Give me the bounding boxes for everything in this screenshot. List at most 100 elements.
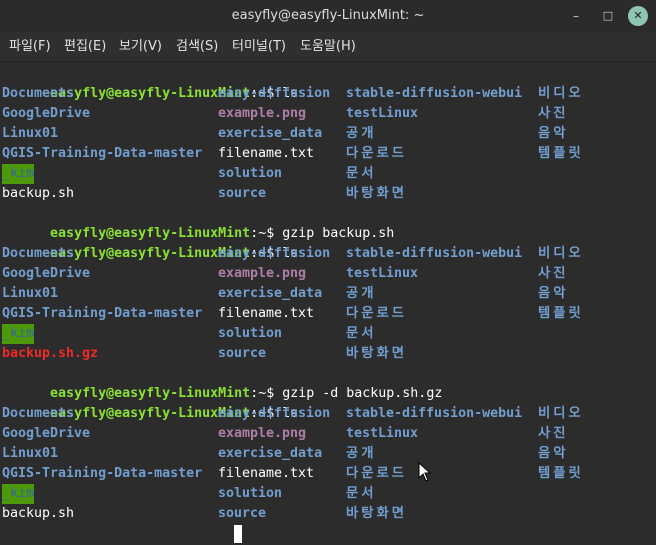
listing-entry: 공개	[346, 126, 377, 141]
listing-entry: Documents	[2, 406, 75, 421]
listing-entry: 문서	[346, 166, 377, 181]
listing-entry: example.png	[218, 426, 307, 441]
menu-view[interactable]: 보기(V)	[119, 32, 162, 61]
listing-entry: 바탕화면	[346, 186, 407, 201]
prompt-line: easyfly@easyfly-LinuxMint:~$ ls	[2, 64, 298, 101]
listing-entry: source	[218, 506, 267, 521]
listing-row: _kim solution 문서	[0, 164, 656, 184]
listing-entry: _kim	[2, 324, 35, 344]
listing-row: QGIS-Training-Data-master filename.txt 다운로…	[0, 464, 656, 484]
listing-row: backup.sh.gz source 바탕화면	[0, 344, 656, 364]
listing-row: QGIS-Training-Data-master filename.txt 다운로…	[0, 144, 656, 164]
listing-entry: 음악	[538, 286, 569, 301]
listing-row: QGIS-Training-Data-master filename.txt 다운로…	[0, 304, 656, 324]
listing-entry: 템플릿	[538, 466, 584, 481]
prompt-line: easyfly@easyfly-LinuxMint:~$ gzip backup…	[2, 204, 394, 241]
listing-entry: Documents	[2, 246, 75, 261]
listing-entry: stable-diffusion-webui	[346, 86, 523, 101]
listing-entry: _kim	[2, 484, 35, 504]
listing-entry: exercise_data	[218, 286, 323, 301]
listing-entry: source	[218, 186, 267, 201]
listing-entry: 다운로드	[346, 146, 407, 161]
listing-entry: backup.sh	[2, 506, 75, 521]
listing-entry: QGIS-Training-Data-master	[2, 306, 203, 321]
listing-entry: easy-diffusion	[218, 246, 331, 261]
listing-entry: 비디오	[538, 246, 584, 261]
text-cursor	[234, 525, 242, 543]
listing-entry: example.png	[218, 266, 307, 281]
prompt-line: easyfly@easyfly-LinuxMint:~$ gzip -d bac…	[2, 364, 442, 401]
listing-entry: 공개	[346, 286, 377, 301]
listing-entry: GoogleDrive	[2, 266, 91, 281]
listing-entry: 바탕화면	[346, 346, 407, 361]
listing-entry: QGIS-Training-Data-master	[2, 146, 203, 161]
listing-entry: testLinux	[346, 106, 419, 121]
listing-entry: 바탕화면	[346, 506, 407, 521]
menu-help[interactable]: 도움말(H)	[300, 32, 356, 61]
listing-entry: 비디오	[538, 86, 584, 101]
listing-entry: 템플릿	[538, 306, 584, 321]
listing-entry: Linux01	[2, 446, 59, 461]
listing-entry: testLinux	[346, 266, 419, 281]
close-icon[interactable]: ✕	[628, 6, 648, 26]
listing-entry: GoogleDrive	[2, 106, 91, 121]
listing-row: GoogleDrive example.png testLinux 사진	[0, 104, 656, 124]
listing-entry: _kim	[2, 164, 35, 184]
listing-entry: backup.sh.gz	[2, 346, 99, 361]
listing-entry: filename.txt	[218, 466, 315, 481]
minimize-icon[interactable]: –	[566, 6, 586, 26]
listing-entry: 다운로드	[346, 466, 407, 481]
listing-entry: filename.txt	[218, 146, 315, 161]
listing-entry: source	[218, 346, 267, 361]
window-title: easyfly@easyfly-LinuxMint: ~	[231, 8, 425, 23]
listing-entry: filename.txt	[218, 306, 315, 321]
menu-terminal[interactable]: 터미널(T)	[232, 32, 286, 61]
listing-entry: exercise_data	[218, 446, 323, 461]
menu-search[interactable]: 검색(S)	[176, 32, 218, 61]
listing-entry: solution	[218, 326, 283, 341]
listing-entry: 사진	[538, 426, 569, 441]
listing-entry: exercise_data	[218, 126, 323, 141]
terminal-output[interactable]: easyfly@easyfly-LinuxMint:~$ ls easyfly@…	[0, 62, 656, 545]
prompt-line: easyfly@easyfly-LinuxMint:~$ ls	[2, 224, 298, 261]
listing-row: _kim solution 문서	[0, 484, 656, 504]
listing-entry: backup.sh	[2, 186, 75, 201]
listing-entry: easy-diffusion	[218, 406, 331, 421]
listing-entry: 템플릿	[538, 146, 584, 161]
listing-entry: 공개	[346, 446, 377, 461]
listing-entry: 음악	[538, 446, 569, 461]
listing-row: Documents easy-diffusion stable-diffusion-…	[0, 404, 656, 424]
listing-row: Documents easy-diffusion stable-diffusion-…	[0, 244, 656, 264]
listing-entry: easy-diffusion	[218, 86, 331, 101]
listing-entry: 비디오	[538, 406, 584, 421]
listing-row: Linux01 exercise_data 공개 음악	[0, 124, 656, 144]
listing-row: GoogleDrive example.png testLinux 사진	[0, 424, 656, 444]
listing-entry: solution	[218, 166, 283, 181]
command-text: gzip -d backup.sh.gz	[282, 386, 443, 401]
listing-entry: QGIS-Training-Data-master	[2, 466, 203, 481]
listing-entry: solution	[218, 486, 283, 501]
menu-file[interactable]: 파일(F)	[9, 32, 51, 61]
listing-entry: 음악	[538, 126, 569, 141]
maximize-icon[interactable]: □	[598, 6, 618, 26]
listing-entry: Linux01	[2, 286, 59, 301]
listing-entry: GoogleDrive	[2, 426, 91, 441]
listing-entry: 사진	[538, 106, 569, 121]
listing-entry: testLinux	[346, 426, 419, 441]
listing-entry: 사진	[538, 266, 569, 281]
listing-row: GoogleDrive example.png testLinux 사진	[0, 264, 656, 284]
title-bar[interactable]: easyfly@easyfly-LinuxMint: ~ – □ ✕	[0, 0, 656, 32]
terminal-window: easyfly@easyfly-LinuxMint: ~ – □ ✕ 파일(F)…	[0, 0, 656, 545]
listing-row: Linux01 exercise_data 공개 음악	[0, 284, 656, 304]
listing-row: backup.sh source 바탕화면	[0, 504, 656, 524]
listing-entry: Linux01	[2, 126, 59, 141]
prompt-line: easyfly@easyfly-LinuxMint:~$ ls	[2, 384, 298, 421]
listing-entry: stable-diffusion-webui	[346, 246, 523, 261]
listing-entry: stable-diffusion-webui	[346, 406, 523, 421]
command-text: gzip backup.sh	[282, 226, 395, 241]
listing-entry: example.png	[218, 106, 307, 121]
listing-row: backup.sh source 바탕화면	[0, 184, 656, 204]
menu-edit[interactable]: 편집(E)	[64, 32, 106, 61]
listing-row: Linux01 exercise_data 공개 음악	[0, 444, 656, 464]
menu-bar: 파일(F) 편집(E) 보기(V) 검색(S) 터미널(T) 도움말(H)	[0, 32, 656, 61]
